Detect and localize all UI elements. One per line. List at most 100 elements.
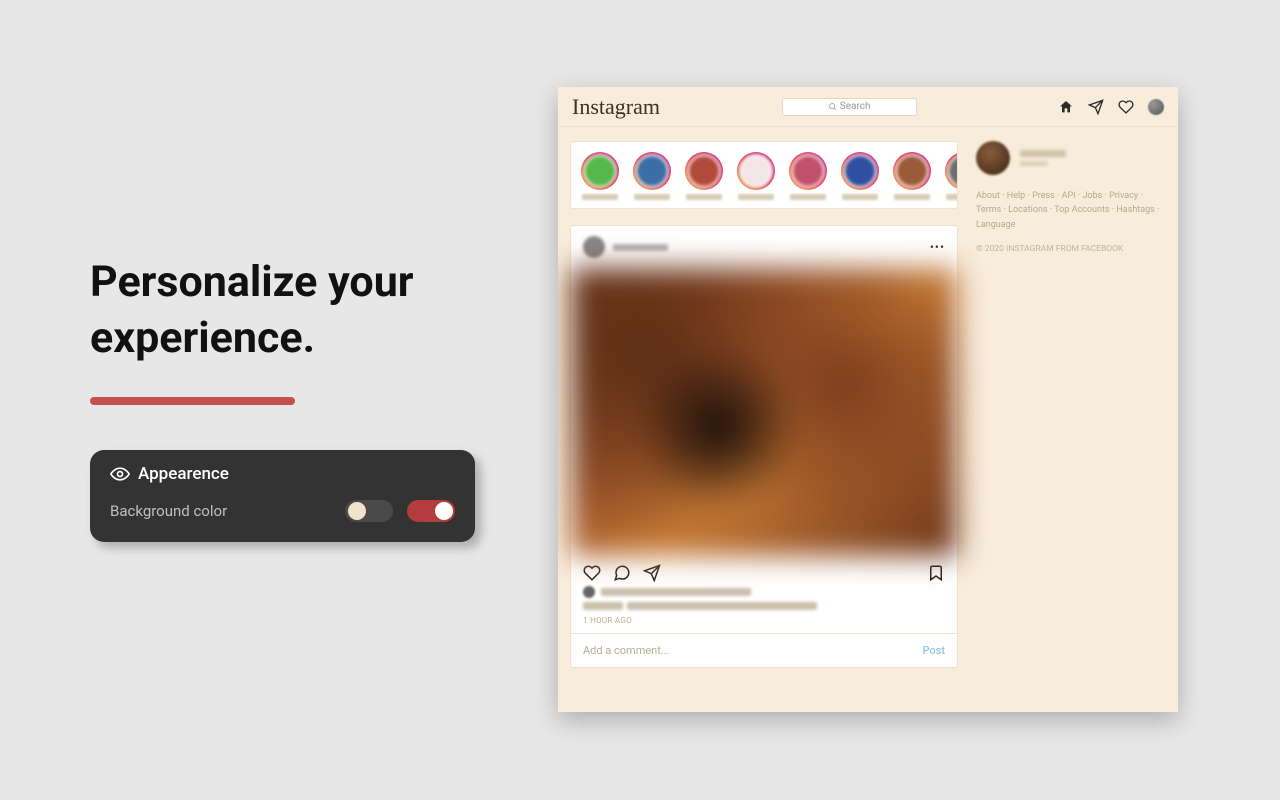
save-button-icon[interactable] [927, 564, 945, 582]
search-input[interactable]: Search [782, 98, 917, 116]
stories-bar[interactable] [570, 141, 958, 209]
app-body: ••• 1 [558, 127, 1178, 668]
post-image[interactable] [571, 268, 957, 556]
search-wrap: Search [782, 98, 917, 116]
story-item[interactable] [787, 152, 829, 200]
eye-icon [110, 464, 130, 484]
story-ring [945, 152, 958, 190]
story-label [686, 194, 722, 200]
post-timestamp: 1 HOUR AGO [583, 616, 945, 625]
app-preview-window: Instagram Search ••• [558, 87, 1178, 712]
heart-icon[interactable] [1118, 99, 1134, 115]
send-icon[interactable] [1088, 99, 1104, 115]
story-avatar [687, 154, 721, 188]
footer-link[interactable]: Privacy [1109, 191, 1143, 201]
story-avatar [739, 154, 773, 188]
footer-link[interactable]: Language [976, 220, 1015, 230]
story-label [634, 194, 670, 200]
like-button-icon[interactable] [583, 564, 601, 582]
story-avatar [843, 154, 877, 188]
post-meta: 1 HOUR AGO [571, 586, 957, 633]
comment-button-icon[interactable] [613, 564, 631, 582]
story-label [894, 194, 930, 200]
story-item[interactable] [839, 152, 881, 200]
story-label [946, 194, 958, 200]
post-comment-button[interactable]: Post [922, 644, 945, 657]
story-item[interactable] [631, 152, 673, 200]
story-ring [737, 152, 775, 190]
caption-row [583, 602, 945, 610]
toggle-knob [348, 502, 366, 520]
side-profile-avatar [976, 141, 1010, 175]
promo-section: Personalize your experience. Appearence … [90, 255, 490, 542]
likes-row[interactable] [583, 586, 945, 598]
story-item[interactable] [891, 152, 933, 200]
side-column: AboutHelpPressAPIJobsPrivacy TermsLocatio… [976, 141, 1166, 668]
likes-avatar [583, 586, 595, 598]
story-ring [633, 152, 671, 190]
story-avatar [635, 154, 669, 188]
footer-link[interactable]: Help [1007, 191, 1032, 201]
app-logo[interactable]: Instagram [572, 94, 660, 120]
feed-column: ••• 1 [570, 141, 958, 668]
search-icon [828, 102, 837, 111]
profile-avatar-icon[interactable] [1148, 99, 1164, 115]
appearance-panel: Appearence Background color [90, 450, 475, 542]
footer-links: AboutHelpPressAPIJobsPrivacy TermsLocatio… [976, 189, 1166, 232]
footer-link[interactable]: Terms [976, 205, 1008, 215]
post-header: ••• [571, 226, 957, 268]
footer-link[interactable]: Locations [1008, 205, 1054, 215]
share-button-icon[interactable] [643, 564, 661, 582]
bg-color-toggle-right[interactable] [407, 500, 455, 522]
story-label [842, 194, 878, 200]
side-profile-username [1020, 150, 1066, 157]
story-item[interactable] [579, 152, 621, 200]
footer-link[interactable]: About [976, 191, 1007, 201]
caption-username[interactable] [583, 602, 623, 610]
story-label [582, 194, 618, 200]
footer-link[interactable]: Jobs [1082, 191, 1109, 201]
promo-underline [90, 397, 295, 405]
footer-link[interactable]: Top Accounts [1054, 205, 1116, 215]
story-ring [893, 152, 931, 190]
comment-input-row: Add a comment... Post [571, 633, 957, 667]
footer-link[interactable]: Hashtags [1116, 205, 1159, 215]
appearance-title: Appearence [138, 464, 229, 484]
bg-color-label: Background color [110, 502, 331, 520]
toggle-knob [435, 502, 453, 520]
side-profile-subtext [1020, 161, 1048, 166]
story-avatar [895, 154, 929, 188]
post-more-button[interactable]: ••• [930, 240, 945, 254]
story-avatar [947, 154, 958, 188]
post-card: ••• 1 [570, 225, 958, 668]
bg-color-toggle-left[interactable] [345, 500, 393, 522]
copyright-text: © 2020 INSTAGRAM FROM FACEBOOK [976, 244, 1166, 254]
home-icon[interactable] [1058, 99, 1074, 115]
side-profile[interactable] [976, 141, 1166, 175]
likes-text [601, 588, 751, 596]
story-item[interactable] [943, 152, 958, 200]
story-ring [789, 152, 827, 190]
post-actions [571, 556, 957, 586]
comment-input[interactable]: Add a comment... [583, 644, 670, 657]
story-item[interactable] [735, 152, 777, 200]
story-ring [841, 152, 879, 190]
appearance-header: Appearence [110, 464, 455, 484]
story-ring [581, 152, 619, 190]
caption-text [627, 602, 817, 610]
promo-headline: Personalize your experience. [90, 255, 490, 367]
story-avatar [791, 154, 825, 188]
search-placeholder: Search [840, 101, 871, 112]
footer-link[interactable]: API [1062, 191, 1083, 201]
story-avatar [583, 154, 617, 188]
post-author-name[interactable] [613, 244, 668, 251]
topbar: Instagram Search [558, 87, 1178, 127]
story-label [790, 194, 826, 200]
story-label [738, 194, 774, 200]
story-item[interactable] [683, 152, 725, 200]
appearance-row: Background color [110, 500, 455, 522]
footer-link[interactable]: Press [1032, 191, 1062, 201]
post-author-avatar[interactable] [583, 236, 605, 258]
nav-icons [1058, 99, 1164, 115]
story-ring [685, 152, 723, 190]
